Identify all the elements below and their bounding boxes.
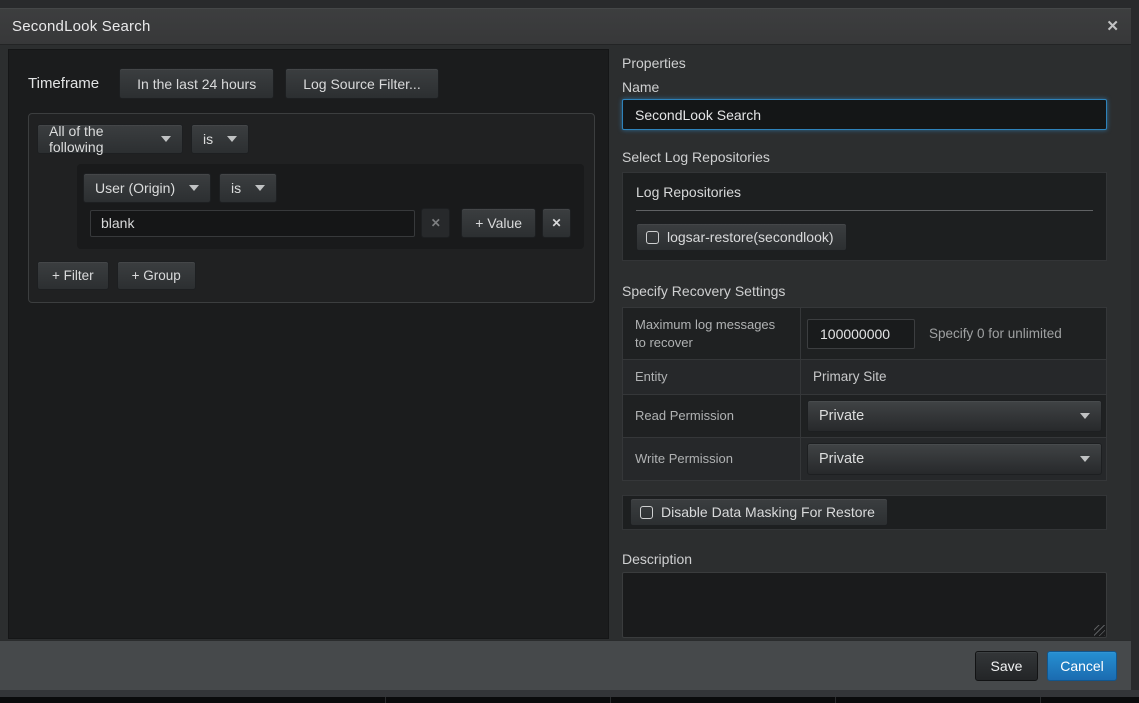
- entity-value: Primary Site: [807, 369, 887, 384]
- filter-group-box: All of the following is User (Origin): [28, 113, 595, 303]
- add-value-button[interactable]: + Value: [461, 208, 536, 238]
- select-repos-label: Select Log Repositories: [622, 149, 1107, 165]
- field-value: User (Origin): [95, 180, 175, 196]
- log-repositories-header: Log Repositories: [636, 184, 1093, 200]
- backdrop-band: [0, 690, 1139, 697]
- add-filter-button[interactable]: + Filter: [37, 261, 109, 290]
- field-dropdown[interactable]: User (Origin): [83, 173, 211, 203]
- table-row: Maximum log messages to recover Specify …: [623, 308, 1106, 360]
- dialog-body: Timeframe In the last 24 hours Log Sourc…: [0, 45, 1131, 640]
- background-table-strip: [0, 697, 1139, 703]
- resize-handle-icon[interactable]: [1094, 625, 1105, 636]
- max-messages-label: Maximum log messages to recover: [623, 308, 801, 359]
- name-input[interactable]: [622, 99, 1107, 130]
- dialog-titlebar: SecondLook Search ✕: [0, 9, 1131, 45]
- timeframe-row: Timeframe In the last 24 hours Log Sourc…: [28, 68, 595, 99]
- remove-filter-button[interactable]: ✕: [542, 208, 571, 238]
- divider: [385, 697, 386, 703]
- chevron-down-icon: [255, 185, 265, 191]
- recovery-settings-table: Maximum log messages to recover Specify …: [622, 307, 1107, 481]
- remove-value-button[interactable]: ✕: [421, 208, 450, 238]
- group-condition-value: is: [203, 131, 213, 147]
- timeframe-label: Timeframe: [28, 75, 99, 92]
- field-row: User (Origin) is: [83, 173, 571, 203]
- chevron-down-icon: [1080, 413, 1090, 419]
- divider: [835, 697, 836, 703]
- dialog-footer: Save Cancel: [0, 640, 1131, 690]
- write-permission-dropdown[interactable]: Private: [807, 443, 1102, 475]
- chevron-down-icon: [189, 185, 199, 191]
- read-permission-label: Read Permission: [623, 395, 801, 437]
- disable-masking-label: Disable Data Masking For Restore: [661, 504, 875, 520]
- filter-row-box: User (Origin) is ✕ + Value: [77, 164, 584, 249]
- dialog-title: SecondLook Search: [12, 18, 151, 35]
- write-permission-label: Write Permission: [623, 438, 801, 480]
- recovery-settings-label: Specify Recovery Settings: [622, 283, 1107, 299]
- chevron-down-icon: [161, 136, 171, 142]
- table-row: Read Permission Private: [623, 395, 1106, 438]
- add-buttons-row: + Filter + Group: [37, 261, 584, 290]
- name-label: Name: [622, 79, 1107, 95]
- save-button[interactable]: Save: [975, 651, 1038, 681]
- divider: [1040, 697, 1041, 703]
- properties-section-label: Properties: [622, 55, 1107, 71]
- secondlook-search-dialog: SecondLook Search ✕ Timeframe In the las…: [0, 8, 1131, 690]
- repository-checkbox-button[interactable]: logsar-restore(secondlook): [636, 223, 847, 251]
- group-condition-dropdown[interactable]: is: [191, 124, 249, 154]
- description-label: Description: [622, 551, 1107, 567]
- query-builder-panel: Timeframe In the last 24 hours Log Sourc…: [8, 49, 609, 639]
- data-masking-panel: Disable Data Masking For Restore: [622, 495, 1107, 530]
- unlimited-hint: Specify 0 for unlimited: [929, 326, 1062, 341]
- repository-label: logsar-restore(secondlook): [667, 229, 834, 245]
- group-operator-dropdown[interactable]: All of the following: [37, 124, 183, 154]
- read-permission-cell: Private: [801, 395, 1106, 437]
- write-permission-value: Private: [819, 451, 864, 467]
- add-group-button[interactable]: + Group: [117, 261, 196, 290]
- divider: [636, 210, 1093, 211]
- description-textarea[interactable]: [622, 572, 1107, 638]
- log-source-filter-button[interactable]: Log Source Filter...: [285, 68, 439, 99]
- group-operator-value: All of the following: [49, 123, 149, 155]
- log-repositories-panel: Log Repositories logsar-restore(secondlo…: [622, 172, 1107, 261]
- divider: [610, 697, 611, 703]
- read-permission-value: Private: [819, 408, 864, 424]
- checkbox-unchecked-icon[interactable]: [640, 506, 653, 519]
- timeframe-button[interactable]: In the last 24 hours: [119, 68, 274, 99]
- value-row: ✕ + Value ✕: [83, 208, 571, 238]
- close-icon[interactable]: ✕: [1106, 19, 1119, 34]
- chevron-down-icon: [227, 136, 237, 142]
- read-permission-dropdown[interactable]: Private: [807, 400, 1102, 432]
- entity-label: Entity: [623, 360, 801, 394]
- max-messages-cell: Specify 0 for unlimited: [801, 308, 1106, 359]
- table-row: Write Permission Private: [623, 438, 1106, 480]
- cancel-button[interactable]: Cancel: [1047, 651, 1117, 681]
- max-messages-input[interactable]: [807, 319, 915, 349]
- entity-cell: Primary Site: [801, 360, 1106, 394]
- group-operator-row: All of the following is: [37, 124, 584, 154]
- chevron-down-icon: [1080, 456, 1090, 462]
- properties-panel: Properties Name Select Log Repositories …: [622, 49, 1115, 640]
- field-condition-dropdown[interactable]: is: [219, 173, 277, 203]
- disable-masking-checkbox-button[interactable]: Disable Data Masking For Restore: [630, 498, 888, 526]
- checkbox-unchecked-icon[interactable]: [646, 231, 659, 244]
- filter-value-input[interactable]: [90, 210, 415, 237]
- screen: SecondLook Search ✕ Timeframe In the las…: [0, 0, 1139, 703]
- description-wrapper: [622, 572, 1107, 638]
- field-condition-value: is: [231, 180, 241, 196]
- write-permission-cell: Private: [801, 438, 1106, 480]
- table-row: Entity Primary Site: [623, 360, 1106, 395]
